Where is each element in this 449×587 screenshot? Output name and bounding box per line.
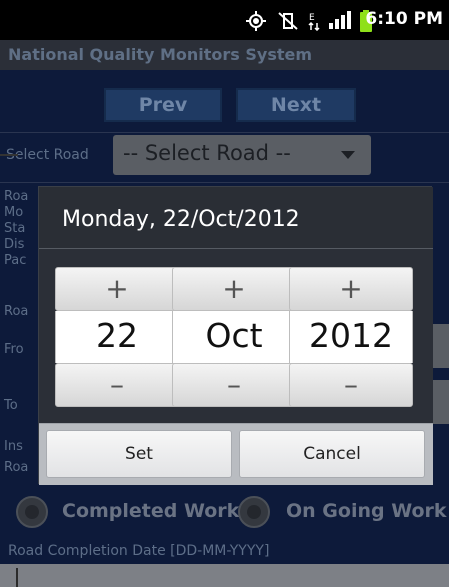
select-road-value: -- Select Road --: [123, 141, 291, 165]
from-field[interactable]: [431, 324, 449, 368]
vibrate-muted-icon: [278, 11, 298, 30]
partial-label-inspection: Ins: [4, 439, 23, 454]
month-decrement-button[interactable]: –: [172, 363, 296, 407]
partial-label-to: To: [4, 398, 18, 413]
date-picker-dialog: Monday, 22/Oct/2012 + 22 – + Oct – + 201…: [38, 186, 433, 485]
partial-label-road-3: Roa: [4, 460, 29, 475]
data-transfer-icon: E: [308, 11, 322, 32]
month-increment-button[interactable]: +: [172, 267, 296, 311]
month-value[interactable]: Oct: [172, 311, 296, 363]
partial-label-from: Fro: [4, 342, 24, 357]
select-road-label: Select Road: [6, 147, 89, 163]
day-value[interactable]: 22: [55, 311, 179, 363]
set-button[interactable]: Set: [46, 430, 232, 478]
year-value[interactable]: 2012: [289, 311, 413, 363]
chevron-down-icon: [341, 151, 355, 159]
prev-button[interactable]: Prev: [104, 88, 222, 122]
partial-label-road-2: Roa: [4, 304, 29, 319]
app-title: National Quality Monitors System: [8, 45, 313, 64]
next-button[interactable]: Next: [236, 88, 356, 122]
partial-label-road: Roa: [4, 189, 29, 204]
year-spinner: + 2012 –: [289, 267, 413, 407]
radio-completed-label: Completed Work: [62, 500, 240, 522]
divider: [0, 132, 449, 133]
divider: [0, 182, 449, 183]
completion-date-label: Road Completion Date [DD-MM-YYYY]: [8, 543, 270, 559]
partial-label-mo: Mo: [4, 205, 24, 220]
completion-date-input[interactable]: [0, 564, 449, 587]
radio-ongoing-work[interactable]: [238, 496, 270, 528]
app-title-bar: National Quality Monitors System: [0, 40, 449, 70]
partial-label-state: Sta: [4, 221, 26, 236]
dialog-title: Monday, 22/Oct/2012: [62, 207, 300, 232]
signal-icon: [329, 11, 351, 29]
work-status-radio-group: Completed Work On Going Work: [0, 494, 449, 528]
dialog-footer: Set Cancel: [39, 423, 433, 485]
year-decrement-button[interactable]: –: [289, 363, 413, 407]
radio-ongoing-label: On Going Work: [286, 500, 447, 522]
status-time: 6:10 PM: [365, 9, 443, 29]
status-bar: E 6:10 PM: [0, 0, 449, 40]
day-increment-button[interactable]: +: [55, 267, 179, 311]
select-road-dropdown[interactable]: -- Select Road --: [113, 135, 371, 175]
partial-label-package: Pac: [4, 253, 27, 268]
phone-screen: E 6:10 PM National Quality Monitors Syst…: [0, 0, 449, 587]
partial-label-district: Dis: [4, 237, 25, 252]
svg-text:E: E: [309, 13, 315, 23]
text-cursor: [16, 568, 18, 587]
day-spinner: + 22 –: [55, 267, 179, 407]
leader-line: [0, 154, 18, 156]
cancel-button[interactable]: Cancel: [239, 430, 425, 478]
month-spinner: + Oct –: [172, 267, 296, 407]
to-field[interactable]: [431, 380, 449, 424]
dialog-header: Monday, 22/Oct/2012: [39, 187, 433, 249]
day-decrement-button[interactable]: –: [55, 363, 179, 407]
year-increment-button[interactable]: +: [289, 267, 413, 311]
radio-completed-work[interactable]: [16, 496, 48, 528]
gps-icon: [246, 11, 266, 31]
